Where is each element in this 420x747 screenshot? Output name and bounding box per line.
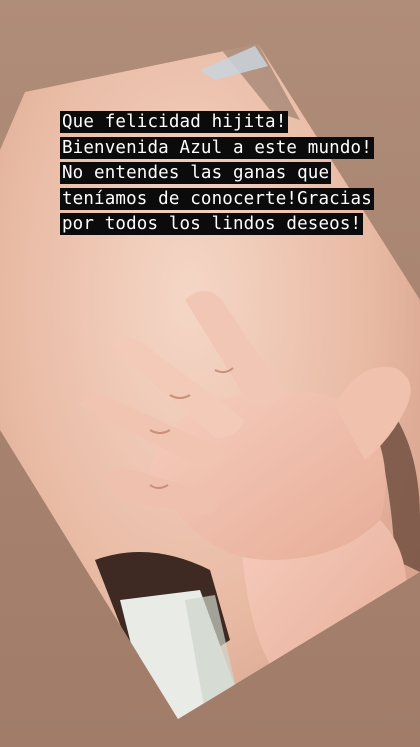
story-caption-text: Que felicidad hijita! Bienvenida Azul a … [60,111,374,236]
story-caption: Que felicidad hijita! Bienvenida Azul a … [60,110,390,238]
story-view[interactable]: Que felicidad hijita! Bienvenida Azul a … [0,0,420,747]
